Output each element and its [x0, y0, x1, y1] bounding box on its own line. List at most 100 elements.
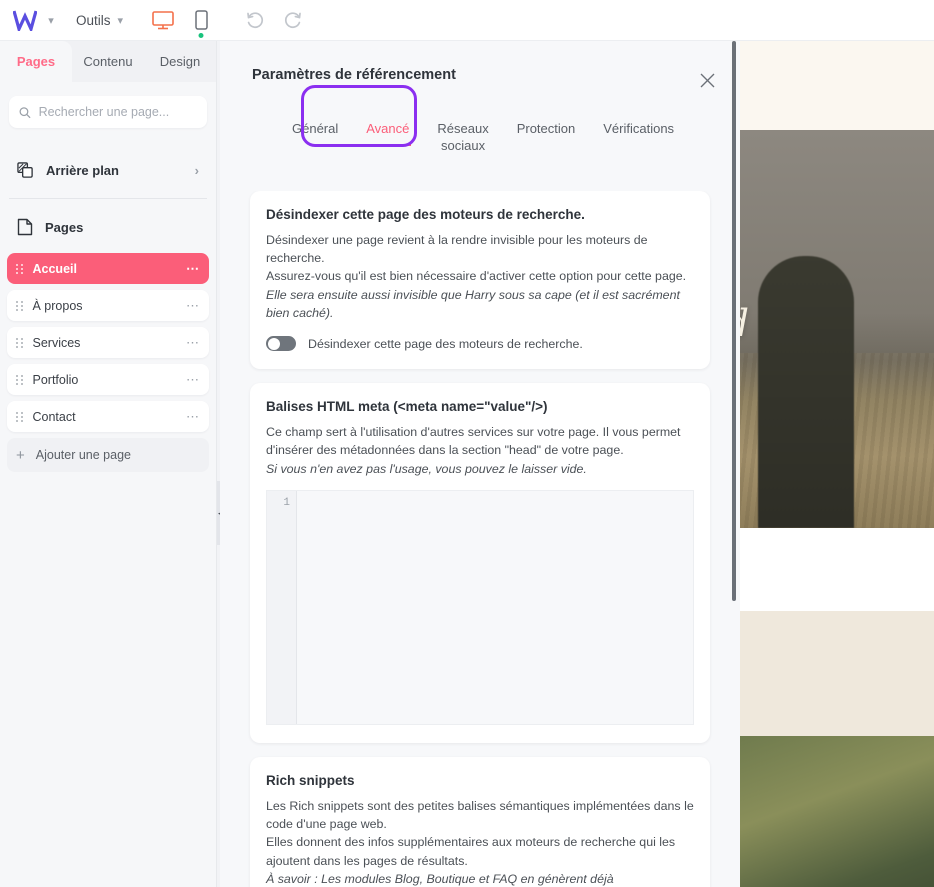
- modal-tabbar: Général Avancé Réseaux sociaux Protectio…: [252, 83, 740, 166]
- modal-content: Désindexer cette page des moteurs de rec…: [220, 191, 740, 887]
- card-rich-snippets-line2: code d'une page web.: [266, 817, 387, 832]
- green-status-dot: [198, 33, 204, 38]
- list-item[interactable]: À propos ⋯: [7, 290, 209, 321]
- sidebar-tab-pages[interactable]: Pages: [0, 41, 72, 82]
- w-logo-icon[interactable]: [10, 5, 40, 35]
- page-title: Paramètres de référencement: [252, 67, 456, 83]
- tools-menu[interactable]: Outils ▾: [76, 13, 123, 28]
- pages-list: Accueil ⋯ À propos ⋯ Services ⋯ Portfoli…: [7, 253, 209, 472]
- list-item[interactable]: Contact ⋯: [7, 401, 209, 432]
- w-logo-glyph: [13, 10, 37, 31]
- desktop-monitor-icon: [152, 10, 174, 29]
- tab-reseaux-sociaux[interactable]: Réseaux sociaux: [423, 97, 502, 166]
- chevron-right-icon: ›: [194, 162, 199, 178]
- deindex-toggle-label: Désindexer cette page des moteurs de rec…: [308, 336, 583, 351]
- add-page-label: Ajouter une page: [35, 448, 131, 462]
- sidebar-section-pages-label: Pages: [45, 219, 84, 235]
- sidebar-item-background[interactable]: Arrière plan ›: [9, 150, 207, 190]
- tab-general-label: Général: [292, 121, 339, 137]
- meta-tags-line-numbers: 1: [267, 490, 297, 724]
- tab-avance-label: Avancé: [366, 121, 410, 137]
- card-deindex-title: Désindexer cette page des moteurs de rec…: [266, 207, 585, 222]
- logo-chevron-down-icon[interactable]: ▾: [40, 5, 62, 35]
- meta-tags-code-editor[interactable]: 1: [266, 489, 694, 725]
- left-sidebar: Pages Contenu Design Arrière plan › Page…: [0, 41, 217, 887]
- card-rich-snippets-line1: Les Rich snippets sont des petites balis…: [266, 798, 694, 813]
- sidebar-tab-pages-label: Pages: [16, 54, 56, 69]
- mobile-view-button[interactable]: [187, 6, 215, 38]
- page-item-label: À propos: [32, 298, 83, 313]
- page-item-label: Contact: [32, 409, 76, 424]
- card-rich-snippets-title: Rich snippets: [266, 772, 355, 788]
- more-options-icon[interactable]: ⋯: [186, 336, 200, 349]
- card-rich-snippets: Rich snippets Les Rich snippets sont des…: [250, 756, 710, 887]
- card-meta-tags-title: Balises HTML meta (<meta name="value"/>): [266, 399, 548, 415]
- page-item-label: Portfolio: [32, 372, 79, 387]
- undo-arrow-icon: [247, 12, 264, 29]
- add-page-button[interactable]: + Ajouter une page: [7, 438, 209, 472]
- sidebar-tab-design-label: Design: [159, 54, 201, 69]
- deindex-toggle[interactable]: [266, 336, 296, 352]
- sidebar-divider: [9, 198, 207, 199]
- card-meta-tags: Balises HTML meta (<meta name="value"/>)…: [250, 383, 710, 743]
- card-rich-snippets-italic: À savoir : Les modules Blog, Boutique et…: [266, 871, 614, 886]
- tools-chevron-down-icon: ▾: [117, 14, 124, 27]
- preview-hero-tree-silhouette: [758, 256, 854, 528]
- card-meta-tags-line2: d'insérer des métadonnées dans la sectio…: [266, 443, 624, 458]
- search-icon: [19, 106, 31, 118]
- list-item[interactable]: Portfolio ⋯: [7, 364, 209, 395]
- card-deindex-line2: Assurez-vous qu'il est bien nécessaire d…: [266, 269, 687, 284]
- preview-services-image: [726, 736, 934, 887]
- sidebar-tab-design[interactable]: Design: [144, 41, 216, 82]
- device-switcher: [149, 6, 215, 38]
- list-item[interactable]: Services ⋯: [7, 327, 209, 358]
- more-options-icon[interactable]: ⋯: [186, 299, 200, 312]
- sidebar-section-pages: Pages: [9, 207, 207, 247]
- redo-button[interactable]: [279, 6, 307, 34]
- deindex-toggle-row: Désindexer cette page des moteurs de rec…: [266, 336, 694, 352]
- tab-verifications[interactable]: Vérifications: [589, 97, 688, 150]
- sidebar-tab-contenu[interactable]: Contenu: [72, 41, 144, 82]
- page-item-label: Accueil: [32, 261, 77, 276]
- desktop-view-button[interactable]: [149, 6, 177, 34]
- search-input[interactable]: [38, 105, 197, 119]
- card-deindex: Désindexer cette page des moteurs de rec…: [250, 191, 710, 370]
- list-item[interactable]: Accueil ⋯: [7, 253, 209, 284]
- redo-arrow-icon: [285, 12, 301, 29]
- modal-scrollbar[interactable]: [732, 41, 736, 887]
- drag-handle-icon[interactable]: [16, 337, 23, 348]
- more-options-icon[interactable]: ⋯: [186, 373, 200, 386]
- modal-scrollbar-thumb[interactable]: [732, 41, 736, 601]
- drag-handle-icon[interactable]: [16, 411, 23, 422]
- page-document-icon: [17, 218, 33, 236]
- card-rich-snippets-line3: Elles donnent des infos supplémentaires …: [266, 835, 676, 850]
- sidebar-item-background-label: Arrière plan: [46, 162, 119, 178]
- card-deindex-italic: Elle sera ensuite aussi invisible que Ha…: [266, 287, 680, 320]
- drag-handle-icon[interactable]: [16, 374, 23, 385]
- modal-header: Paramètres de référencement Général Avan…: [220, 41, 740, 166]
- drag-handle-icon[interactable]: [16, 263, 23, 274]
- tab-avance[interactable]: Avancé: [352, 97, 423, 150]
- tab-protection-label: Protection: [516, 121, 576, 137]
- seo-settings-panel: Paramètres de référencement Général Avan…: [220, 41, 740, 887]
- tab-general[interactable]: Général: [278, 97, 352, 150]
- more-options-icon[interactable]: ⋯: [186, 262, 200, 275]
- card-meta-tags-italic: Si vous n'en avez pas l'usage, vous pouv…: [266, 461, 587, 476]
- page-search-box[interactable]: [9, 96, 207, 128]
- mobile-phone-icon: [194, 10, 208, 30]
- undo-button[interactable]: [241, 6, 269, 34]
- tab-protection[interactable]: Protection: [503, 97, 590, 150]
- drag-handle-icon[interactable]: [16, 300, 23, 311]
- meta-tags-code-area[interactable]: [297, 490, 693, 724]
- card-deindex-line1: Désindexer une page revient à la rendre …: [266, 233, 648, 266]
- more-options-icon[interactable]: ⋯: [186, 410, 200, 423]
- tools-menu-label: Outils: [76, 12, 111, 28]
- card-meta-tags-line1: Ce champ sert à l'utilisation d'autres s…: [266, 425, 681, 440]
- layers-icon: [17, 161, 33, 178]
- toggle-knob: [267, 337, 280, 350]
- page-item-label: Services: [32, 335, 81, 350]
- sidebar-tabbar: Pages Contenu Design: [0, 41, 216, 82]
- top-toolbar: ▾ Outils ▾: [0, 0, 934, 41]
- card-rich-snippets-line4: ajoutent dans les pages de résultats.: [266, 853, 468, 868]
- history-controls: [241, 6, 307, 34]
